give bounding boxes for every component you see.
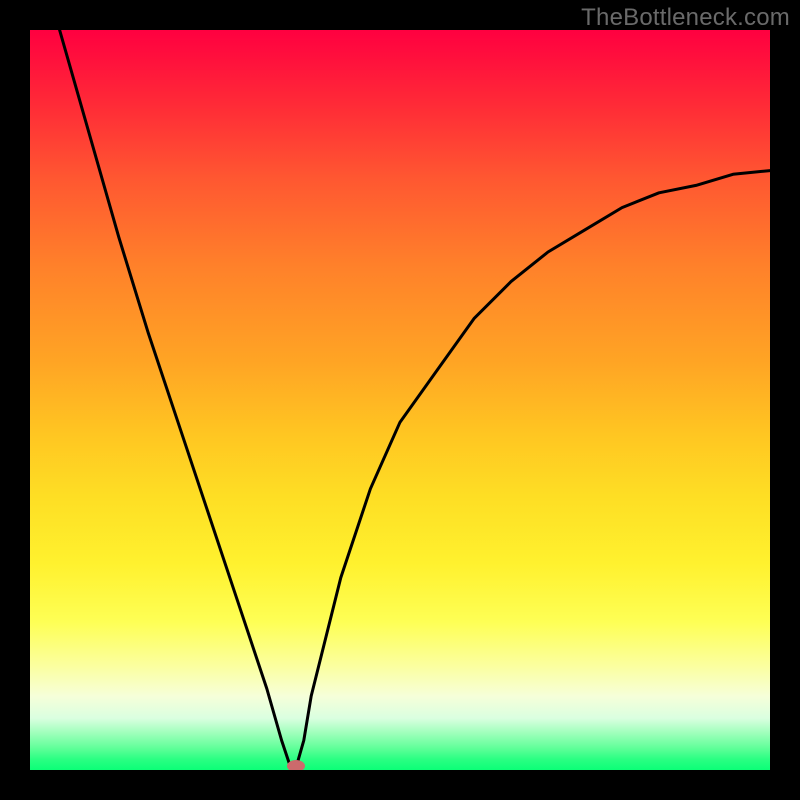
bottleneck-curve: [30, 30, 770, 770]
plot-area: [30, 30, 770, 770]
minimum-marker: [287, 760, 305, 770]
watermark-text: TheBottleneck.com: [581, 4, 790, 32]
curve-path: [60, 30, 770, 766]
chart-frame: TheBottleneck.com: [0, 0, 800, 800]
